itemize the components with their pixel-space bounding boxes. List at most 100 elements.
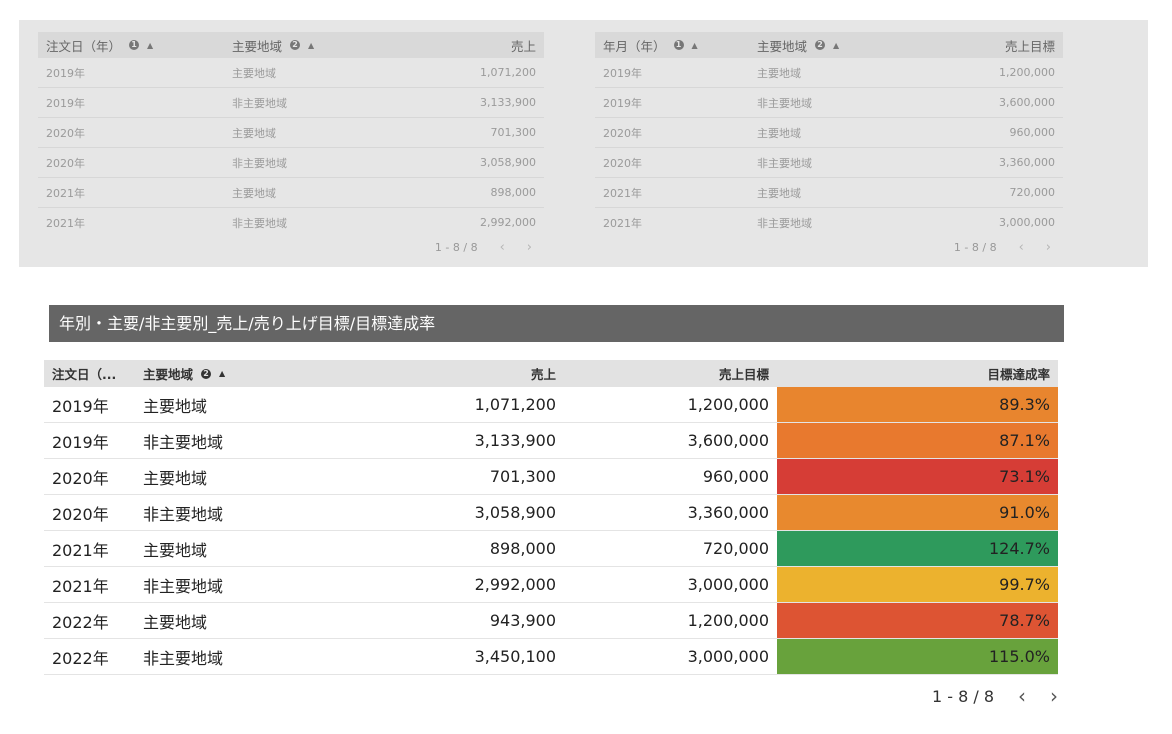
table-cell: 2021年 — [603, 216, 642, 230]
info-2-icon: 2 — [815, 40, 826, 50]
achievement-rate-cell: 89.3% — [777, 387, 1058, 422]
table-cell: 主要地域 — [757, 126, 801, 140]
info-2-icon: 2 — [290, 40, 301, 50]
table-cell: 主要地域 — [143, 612, 208, 632]
next-page-icon[interactable]: › — [527, 240, 532, 255]
table-cell: 非主要地域 — [757, 96, 812, 110]
achievement-table-header: 注文日（... 主要地域 2 ▲ 売上 売上目標 目標達成率 — [44, 360, 1058, 387]
table-cell: 3,000,000 — [687, 647, 769, 666]
header-sales-target[interactable]: 売上目標 — [921, 36, 1063, 55]
table-row: 2022年 非主要地域 3,450,100 3,000,000 115.0% — [44, 639, 1058, 675]
table-cell: 2019年 — [603, 66, 642, 80]
table-cell: 1,200,000 — [687, 395, 769, 414]
table-cell: 主要地域 — [757, 66, 801, 80]
table-cell: 2019年 — [52, 396, 109, 416]
table-cell: 960,000 — [702, 467, 769, 486]
table-cell: 960,000 — [1009, 126, 1056, 139]
sort-asc-icon: ▲ — [219, 369, 226, 378]
header-main-region-label: 主要地域 — [143, 367, 194, 382]
achievement-rate-cell: 124.7% — [777, 531, 1058, 566]
table-cell: 2021年 — [603, 186, 642, 200]
table-cell: 非主要地域 — [757, 216, 812, 230]
table-cell: 非主要地域 — [143, 648, 224, 668]
table-cell: 701,300 — [489, 467, 556, 486]
achievement-table: 注文日（... 主要地域 2 ▲ 売上 売上目標 目標達成率 2019年 主要地域… — [44, 360, 1058, 675]
info-1-icon: 1 — [129, 40, 140, 50]
table-cell: 2020年 — [603, 156, 642, 170]
header-achievement-rate[interactable]: 目標達成率 — [777, 364, 1058, 383]
table-row: 2020年 主要地域 960,000 — [595, 118, 1063, 148]
table-cell: 3,000,000 — [687, 575, 769, 594]
table-cell: 主要地域 — [757, 186, 801, 200]
table-cell: 非主要地域 — [232, 216, 287, 230]
pager-label: 1 - 8 / 8 — [434, 240, 478, 254]
sort-asc-icon: ▲ — [691, 40, 698, 50]
table-row: 2019年 非主要地域 3,133,900 3,600,000 87.1% — [44, 423, 1058, 459]
table-cell: 2019年 — [603, 96, 642, 110]
table-row: 2020年 主要地域 701,300 — [38, 118, 544, 148]
table-cell: 主要地域 — [143, 468, 208, 488]
table-row: 2021年 非主要地域 3,000,000 — [595, 208, 1063, 237]
header-order-year[interactable]: 注文日（年） 1 ▲ — [38, 36, 226, 55]
header-main-region[interactable]: 主要地域 2 ▲ — [226, 36, 426, 55]
table-cell: 2,992,000 — [480, 216, 536, 229]
header-order-date[interactable]: 注文日（... — [44, 364, 134, 383]
sort-asc-icon: ▲ — [308, 40, 315, 50]
table-cell: 2022年 — [52, 648, 109, 668]
achievement-rate-cell: 115.0% — [777, 639, 1058, 674]
sort-asc-icon: ▲ — [147, 40, 154, 50]
table-row: 2019年 主要地域 1,071,200 1,200,000 89.3% — [44, 387, 1058, 423]
sort-asc-icon: ▲ — [833, 40, 840, 50]
pager-label: 1 - 8 / 8 — [931, 686, 994, 706]
prev-page-icon[interactable]: ‹ — [500, 240, 505, 255]
prev-page-icon[interactable]: ‹ — [1018, 684, 1026, 708]
next-page-icon[interactable]: › — [1046, 240, 1051, 255]
table-cell: 2021年 — [52, 540, 109, 560]
table-cell: 3,600,000 — [999, 96, 1055, 109]
next-page-icon[interactable]: › — [1050, 684, 1058, 708]
table-cell: 1,200,000 — [687, 611, 769, 630]
table-cell: 2,992,000 — [474, 575, 556, 594]
header-sales-target[interactable]: 売上目標 — [564, 364, 777, 383]
table-cell: 2021年 — [52, 576, 109, 596]
header-main-region[interactable]: 主要地域 2 ▲ — [751, 36, 921, 55]
header-main-region-label: 主要地域 — [232, 38, 283, 54]
table-cell: 主要地域 — [232, 126, 276, 140]
table-cell: 非主要地域 — [143, 504, 224, 524]
header-month-year[interactable]: 年月（年） 1 ▲ — [595, 36, 751, 55]
table-row: 2019年 非主要地域 3,133,900 — [38, 88, 544, 118]
main-table-title: 年別・主要/非主要別_売上/売り上げ目標/目標達成率 — [49, 305, 1064, 342]
table-cell: 3,600,000 — [687, 431, 769, 450]
table-cell: 主要地域 — [143, 540, 208, 560]
table-cell: 非主要地域 — [757, 156, 812, 170]
header-main-region-label: 主要地域 — [757, 38, 808, 54]
table-row: 2020年 非主要地域 3,058,900 — [38, 148, 544, 178]
table-row: 2020年 非主要地域 3,360,000 — [595, 148, 1063, 178]
achievement-table-pager: 1 - 8 / 8 ‹ › — [880, 683, 1058, 709]
table-row: 2019年 非主要地域 3,600,000 — [595, 88, 1063, 118]
header-main-region[interactable]: 主要地域 2 ▲ — [134, 364, 264, 383]
table-cell: 3,360,000 — [687, 503, 769, 522]
prev-page-icon[interactable]: ‹ — [1019, 240, 1024, 255]
info-1-icon: 1 — [673, 40, 684, 50]
table-cell: 720,000 — [1009, 186, 1056, 199]
target-table: 年月（年） 1 ▲ 主要地域 2 ▲ 売上目標 2019年 主要地域 1,200,0… — [595, 32, 1063, 257]
table-row: 2021年 主要地域 898,000 720,000 124.7% — [44, 531, 1058, 567]
info-2-icon: 2 — [201, 368, 212, 379]
table-row: 2021年 主要地域 720,000 — [595, 178, 1063, 208]
table-cell: 701,300 — [490, 126, 537, 139]
sales-table: 注文日（年） 1 ▲ 主要地域 2 ▲ 売上 2019年 主要地域 1,071,20… — [38, 32, 544, 257]
table-cell: 3,450,100 — [474, 647, 556, 666]
table-cell: 2021年 — [46, 216, 85, 230]
header-sales[interactable]: 売上 — [426, 36, 544, 55]
table-row: 2021年 主要地域 898,000 — [38, 178, 544, 208]
achievement-rate-cell: 91.0% — [777, 495, 1058, 530]
achievement-rate-cell: 78.7% — [777, 603, 1058, 638]
table-cell: 非主要地域 — [232, 156, 287, 170]
table-row: 2020年 主要地域 701,300 960,000 73.1% — [44, 459, 1058, 495]
table-cell: 898,000 — [489, 539, 556, 558]
table-cell: 943,900 — [489, 611, 556, 630]
table-cell: 3,000,000 — [999, 216, 1055, 229]
table-cell: 非主要地域 — [143, 576, 224, 596]
header-sales[interactable]: 売上 — [264, 364, 564, 383]
